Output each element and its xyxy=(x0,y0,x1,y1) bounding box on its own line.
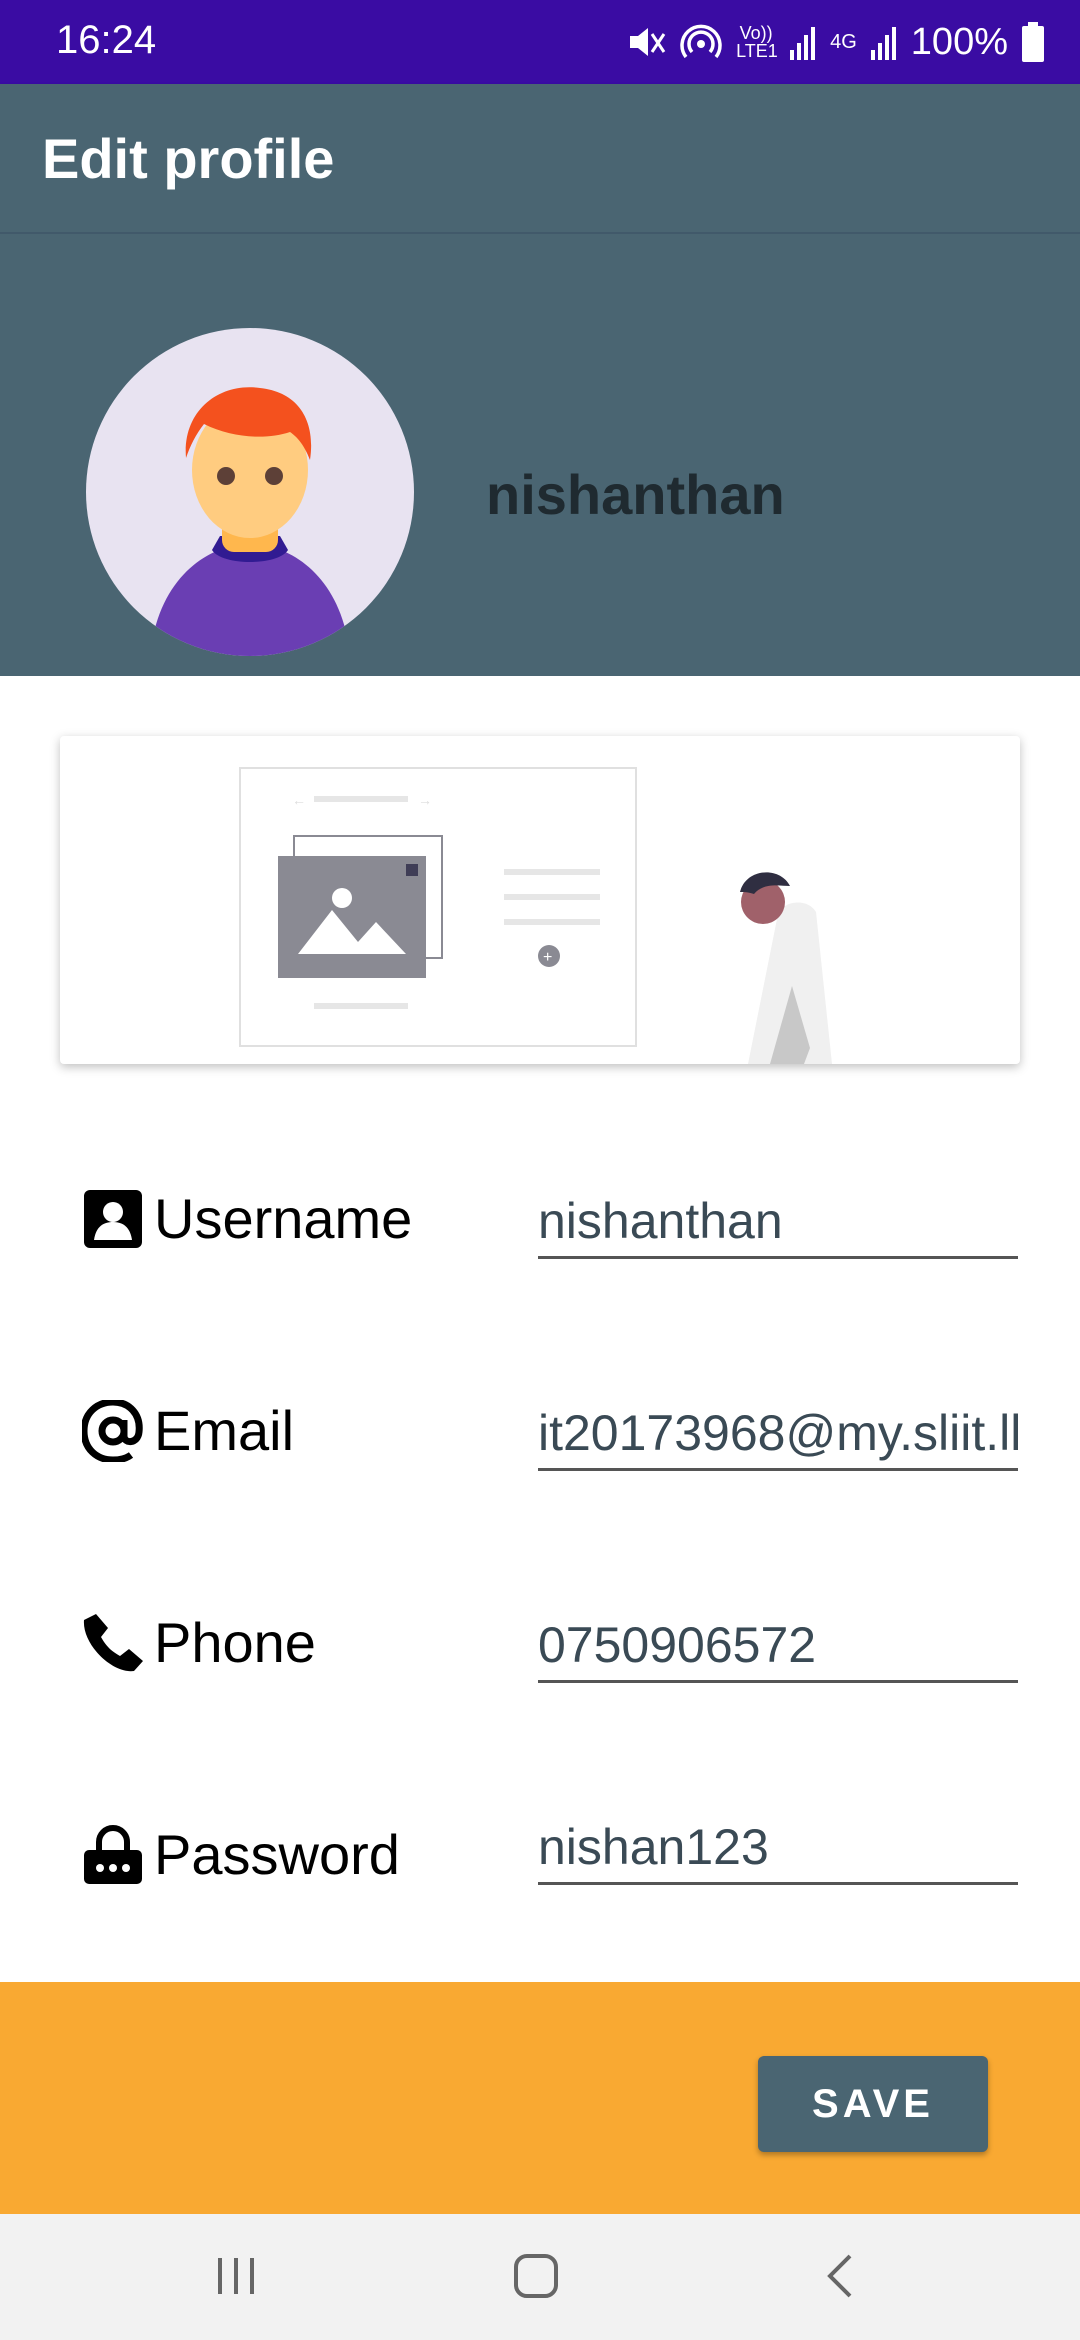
phone-input[interactable] xyxy=(538,1610,1018,1683)
network-label-4g: 4G xyxy=(830,30,857,53)
battery-percent: 100% xyxy=(910,20,1008,63)
profile-header: nishanthan xyxy=(0,234,1080,676)
avatar[interactable] xyxy=(86,328,414,656)
email-label: Email xyxy=(154,1399,295,1462)
profile-name: nishanthan xyxy=(486,463,785,526)
home-icon[interactable] xyxy=(500,2244,572,2308)
password-input[interactable] xyxy=(538,1812,1018,1885)
network-label-lte: Vo)) LTE1 xyxy=(736,23,778,61)
username-label: Username xyxy=(154,1187,413,1250)
battery-icon xyxy=(1022,22,1044,62)
signal-icon xyxy=(870,27,896,60)
back-icon[interactable] xyxy=(804,2244,876,2308)
system-nav-bar xyxy=(0,2214,1080,2340)
username-row: Username xyxy=(0,1158,1080,1278)
recents-icon[interactable] xyxy=(200,2244,272,2308)
phone-label: Phone xyxy=(154,1611,316,1674)
contact-icon xyxy=(84,1190,142,1248)
bottom-action-bar: SAVE xyxy=(0,1982,1080,2214)
app-bar: Edit profile xyxy=(0,84,1080,234)
status-bar: 16:24 Vo)) LTE1 4G 100% xyxy=(0,0,1080,84)
phone-icon xyxy=(83,1614,143,1672)
email-row: Email xyxy=(0,1370,1080,1490)
password-label: Password xyxy=(154,1823,400,1886)
page-title: Edit profile xyxy=(42,127,335,190)
email-input[interactable] xyxy=(538,1398,1018,1471)
mute-icon xyxy=(630,28,666,56)
illustration-card: ← → + xyxy=(60,736,1020,1064)
signal-icon xyxy=(790,27,816,60)
at-icon xyxy=(82,1400,143,1462)
status-icons: Vo)) LTE1 4G 100% xyxy=(626,16,1044,68)
hotspot-icon xyxy=(680,24,722,59)
upload-illustration: ← → + xyxy=(239,767,832,1064)
save-button[interactable]: SAVE xyxy=(758,2056,988,2152)
username-input[interactable] xyxy=(538,1186,1018,1259)
phone-row: Phone xyxy=(0,1582,1080,1702)
status-time: 16:24 xyxy=(56,18,157,62)
svg-text:→: → xyxy=(418,792,432,808)
lock-icon xyxy=(84,1825,142,1884)
password-row: Password xyxy=(0,1794,1080,1914)
svg-text:←: ← xyxy=(292,792,306,808)
svg-text:+: + xyxy=(543,949,552,966)
